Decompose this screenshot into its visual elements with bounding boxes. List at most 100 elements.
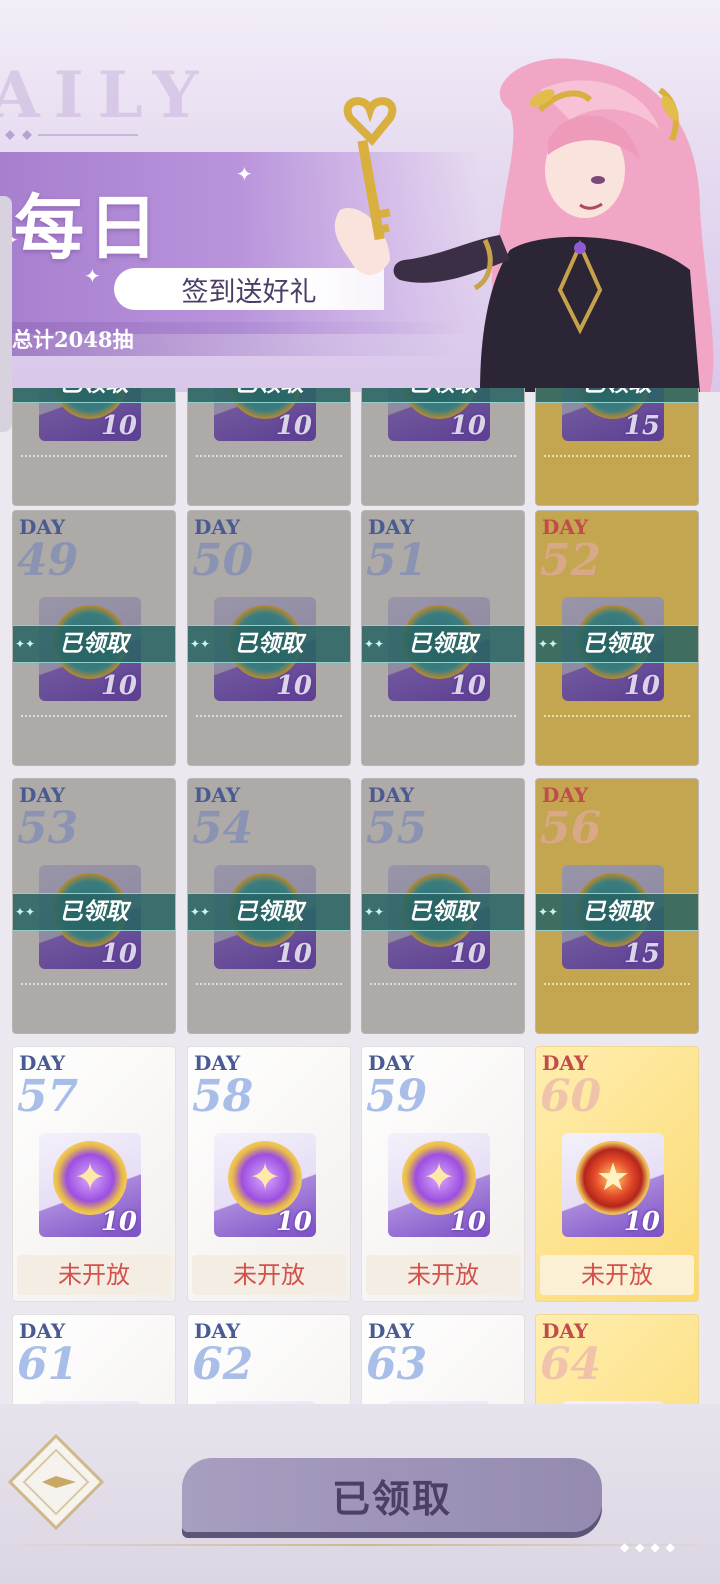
claimed-label: 已领取 (234, 899, 304, 925)
dotted-divider (21, 715, 167, 717)
reward-item[interactable]: ✦ 10 (39, 1133, 141, 1237)
day-card[interactable]: DAY 60 ★ 10 未开放 (535, 1046, 699, 1302)
day-number: 62 (192, 1339, 254, 1390)
reward-quantity: 10 (449, 411, 486, 441)
reward-quantity: 10 (100, 1207, 137, 1237)
day-number: 55 (366, 803, 428, 854)
day-card[interactable]: DAY✦10✦✦已领取 (187, 388, 351, 506)
day-number: 52 (540, 535, 602, 586)
total-pulls-text: 总计2048抽 (12, 327, 134, 352)
sparkle-icon: ✦✦ (364, 637, 385, 651)
reward-item[interactable]: ★ 10 (562, 1133, 664, 1237)
day-number: 58 (192, 1071, 254, 1122)
claimed-label: 已领取 (59, 899, 129, 925)
claimed-band: ✦✦ 已领取 (13, 388, 175, 403)
claimed-band: ✦✦ 已领取 (536, 893, 698, 931)
day-number: 61 (17, 1339, 79, 1390)
day-card[interactable]: DAY54✦10✦✦已领取 (187, 778, 351, 1034)
dotted-divider (21, 983, 167, 985)
day-card[interactable]: DAY55✦10✦✦已领取 (361, 778, 525, 1034)
star-icon: ✦ (423, 1155, 455, 1199)
claimed-band: ✦✦ 已领取 (188, 388, 350, 403)
day-number: 50 (192, 535, 254, 586)
sparkle-icon: ✦✦ (15, 388, 35, 402)
reward-quantity: 10 (275, 671, 312, 701)
claimed-label: 已领取 (582, 899, 652, 925)
decorative-diamonds (5, 130, 138, 140)
header-banner: AILY 每日 签到送好礼 总计2048抽 ✦ ✦ ✦ (0, 0, 720, 392)
day-card[interactable]: DAY61✦未开放 (12, 1314, 176, 1408)
reward-quantity: 10 (449, 939, 486, 969)
dotted-divider (370, 983, 516, 985)
reward-quantity: 10 (275, 411, 312, 441)
day-card[interactable]: DAY64★未开放 (535, 1314, 699, 1408)
day-card[interactable]: DAY 57 ✦ 10 未开放 (12, 1046, 176, 1302)
day-card[interactable]: DAY51✦10✦✦已领取 (361, 510, 525, 766)
day-card[interactable]: DAY 59 ✦ 10 未开放 (361, 1046, 525, 1302)
day-number: 49 (17, 535, 79, 586)
star-icon: ✦ (74, 1155, 106, 1199)
reward-item[interactable]: ✦ 10 (388, 1133, 490, 1237)
reward-quantity: 10 (449, 671, 486, 701)
sparkle-icon: ✦ (236, 162, 253, 186)
daily-watermark: AILY (0, 58, 213, 133)
moon-coin-icon: ✦ (53, 1141, 127, 1215)
day-number: 63 (366, 1339, 428, 1390)
sparkle-icon: ✦✦ (538, 637, 559, 651)
sparkle-icon: ✦✦ (364, 905, 385, 919)
reward-quantity: 10 (623, 671, 660, 701)
day-card[interactable]: DAY56★15✦✦已领取 (535, 778, 699, 1034)
reward-item[interactable]: ✦ 10 (214, 1133, 316, 1237)
claimed-label: 已领取 (60, 388, 129, 397)
dotted-divider (544, 455, 690, 457)
day-number: 53 (17, 803, 79, 854)
sparkle-icon: ✦✦ (538, 388, 558, 402)
reward-quantity: 10 (100, 671, 137, 701)
day-card[interactable]: DAY49✦10✦✦已领取 (12, 510, 176, 766)
sparkle-icon: ✦✦ (190, 905, 211, 919)
not-open-label: 未开放 (366, 1255, 520, 1295)
sparkle-icon: ✦✦ (364, 388, 384, 402)
dotted-divider (196, 715, 342, 717)
sparkle-icon: ✦✦ (15, 637, 36, 651)
sparkle-icon: ✦✦ (190, 388, 210, 402)
day-card[interactable]: DAY 58 ✦ 10 未开放 (187, 1046, 351, 1302)
sparkle-icon: ✦ (84, 264, 101, 288)
claim-reward-button[interactable]: 已领取 (182, 1458, 602, 1532)
not-open-label: 未开放 (192, 1255, 346, 1295)
dotted-divider (370, 715, 516, 717)
back-diamond-icon[interactable] (6, 1432, 106, 1532)
day-card[interactable]: DAY52★10✦✦已领取 (535, 510, 699, 766)
star-icon: ✦ (249, 1155, 281, 1199)
moon-coin-icon: ✦ (228, 1141, 302, 1215)
claimed-band: ✦✦ 已领取 (188, 625, 350, 663)
sparkle-icon: ✦✦ (538, 905, 559, 919)
dotted-divider (196, 455, 342, 457)
day-card[interactable]: DAY50✦10✦✦已领取 (187, 510, 351, 766)
reward-quantity: 10 (100, 411, 137, 441)
page-title: 每日 (14, 186, 162, 269)
dotted-divider (21, 455, 167, 457)
claimed-band: ✦✦ 已领取 (536, 625, 698, 663)
claimed-label: 已领取 (409, 388, 478, 397)
day-card[interactable]: DAY63✦未开放 (361, 1314, 525, 1408)
reward-quantity: 15 (623, 939, 660, 969)
day-card[interactable]: DAY★15✦✦已领取 (535, 388, 699, 506)
day-card[interactable]: DAY✦10✦✦已领取 (12, 388, 176, 506)
reward-quantity: 10 (275, 1207, 312, 1237)
decorative-diamonds: ◆◆◆◆ (620, 1540, 681, 1554)
reward-quantity: 15 (623, 411, 660, 441)
character-illustration (334, 58, 714, 392)
day-card[interactable]: DAY62✦未开放 (187, 1314, 351, 1408)
star-icon: ★ (595, 1155, 631, 1199)
claimed-label: 已领取 (583, 388, 652, 397)
footer-divider (0, 1544, 720, 1546)
claimed-band: ✦✦ 已领取 (362, 625, 524, 663)
dotted-divider (544, 715, 690, 717)
sparkle-icon: ✦✦ (190, 637, 211, 651)
dotted-divider (544, 983, 690, 985)
day-card[interactable]: DAY✦10✦✦已领取 (361, 388, 525, 506)
claimed-band: ✦✦ 已领取 (188, 893, 350, 931)
sparkle-icon: ✦✦ (15, 905, 36, 919)
day-card[interactable]: DAY53✦10✦✦已领取 (12, 778, 176, 1034)
